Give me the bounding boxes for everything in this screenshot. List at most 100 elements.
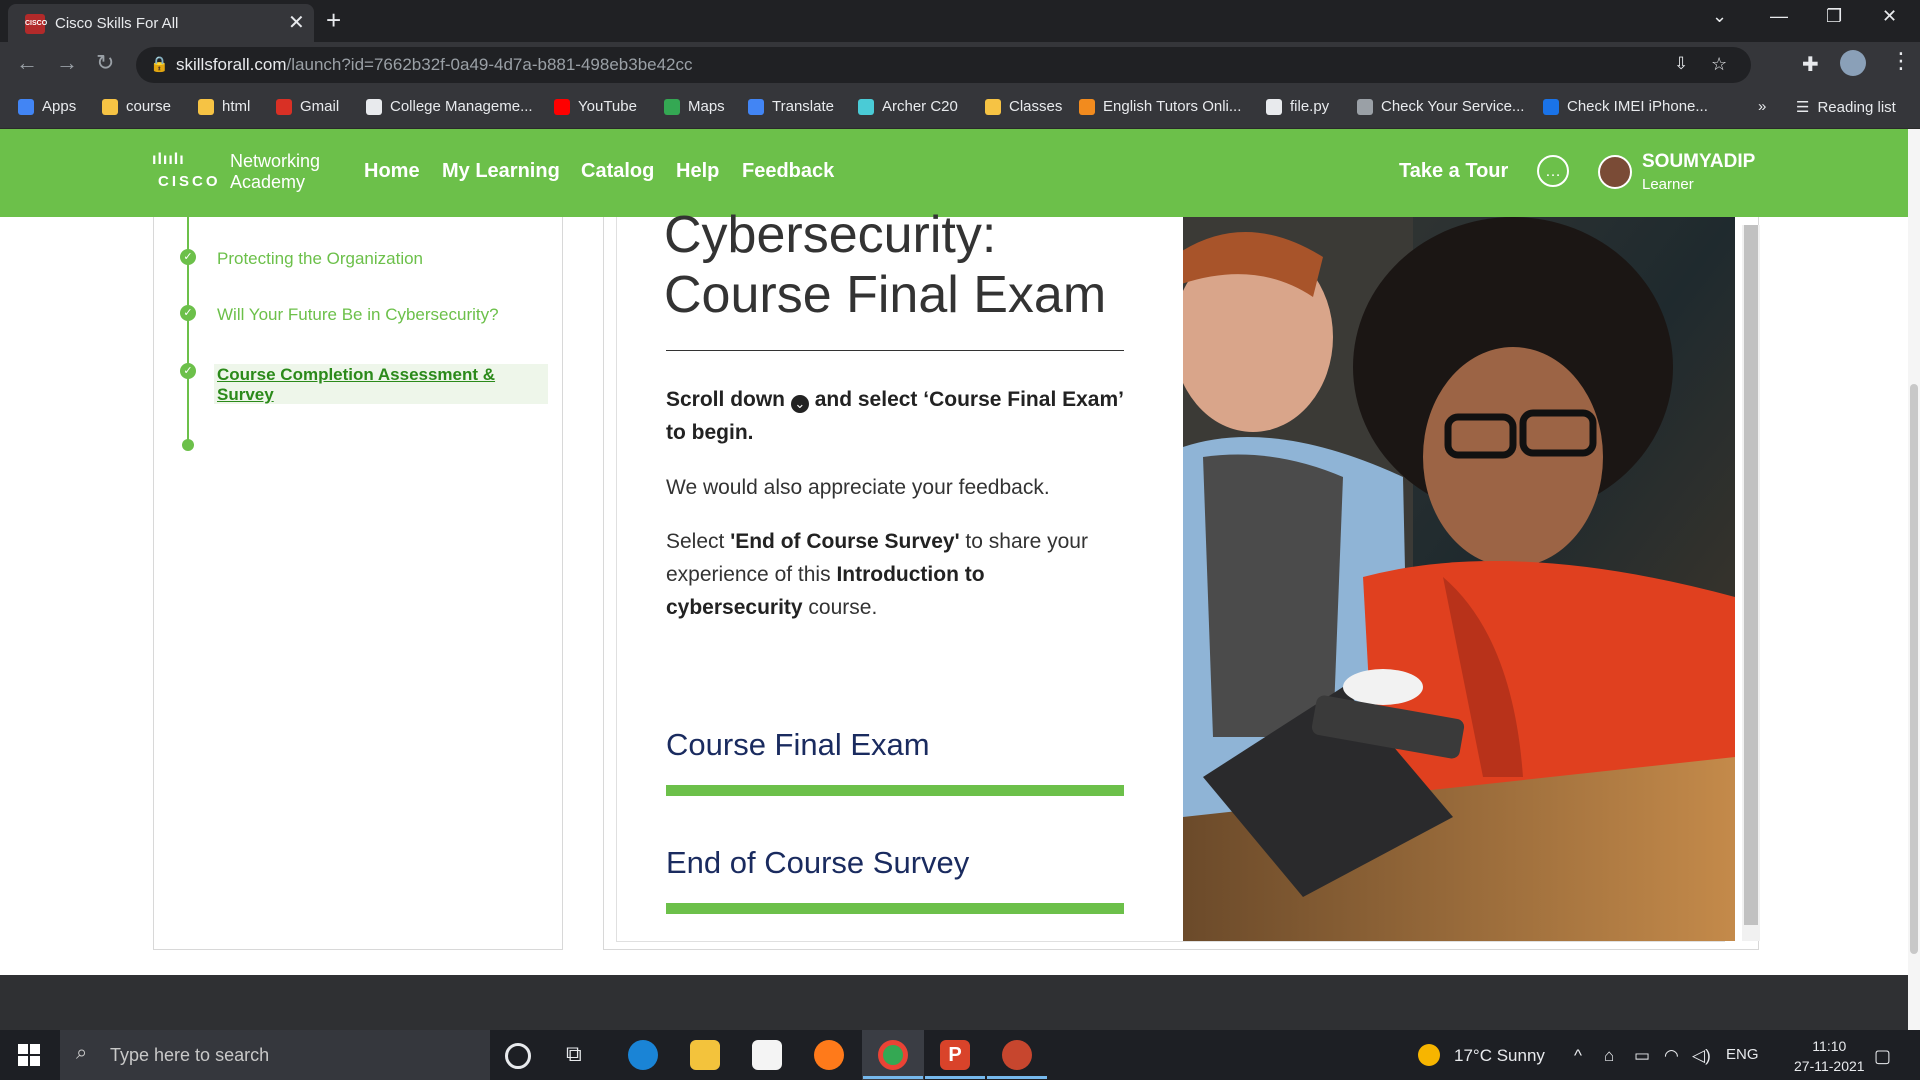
clock[interactable]: 11:10 27-11-2021 xyxy=(1794,1036,1865,1076)
page-scrollbar[interactable] xyxy=(1908,129,1920,1030)
cortana-icon[interactable] xyxy=(505,1043,531,1069)
edge-icon[interactable] xyxy=(628,1040,658,1070)
bookmark-item[interactable]: Gmail xyxy=(276,98,339,115)
p-app-underline xyxy=(925,1076,985,1079)
outline-item-assessment[interactable]: Course Completion Assessment & Survey xyxy=(217,365,495,405)
nav-feedback[interactable]: Feedback xyxy=(742,160,834,183)
outline-item-protecting[interactable]: Protecting the Organization xyxy=(217,249,423,269)
nav-catalog[interactable]: Catalog xyxy=(581,160,654,183)
chrome-icon[interactable] xyxy=(878,1040,908,1070)
windows-start-icon[interactable] xyxy=(18,1044,40,1066)
bookmark-item[interactable]: Maps xyxy=(664,98,725,115)
apple-icon xyxy=(1357,98,1373,115)
p-app-icon[interactable]: P xyxy=(940,1040,970,1070)
notification-icon[interactable]: ▢ xyxy=(1874,1046,1891,1067)
weather-text[interactable]: 17°C Sunny xyxy=(1454,1046,1545,1066)
bookmark-item[interactable]: Archer C20 xyxy=(858,98,958,115)
bookmark-star-icon[interactable]: ☆ xyxy=(1711,54,1727,75)
snipping-tool-icon[interactable] xyxy=(1002,1040,1032,1070)
bookmark-item[interactable]: Translate xyxy=(748,98,834,115)
folder-icon xyxy=(198,98,214,115)
bookmark-item[interactable]: English Tutors Onli... xyxy=(1079,98,1241,115)
globe-icon xyxy=(1266,98,1282,115)
outline-item-future[interactable]: Will Your Future Be in Cybersecurity? xyxy=(217,305,499,325)
restore-icon[interactable]: ❐ xyxy=(1826,6,1842,27)
task-view-icon[interactable]: ⧉ xyxy=(566,1041,596,1071)
feedback-text: We would also appreciate your feedback. xyxy=(666,476,1050,499)
close-window-icon[interactable]: ✕ xyxy=(1882,6,1897,27)
reload-icon[interactable]: ↻ xyxy=(96,50,114,76)
new-tab-icon[interactable]: + xyxy=(326,5,341,36)
title-line-1: Cybersecurity: xyxy=(664,206,997,264)
wifi-icon[interactable]: ◠ xyxy=(1664,1046,1679,1066)
chat-bubble-icon[interactable]: … xyxy=(1537,155,1569,187)
language-indicator[interactable]: ENG xyxy=(1726,1046,1759,1063)
lesson-frame: Cybersecurity: Course Final Exam Scroll … xyxy=(603,206,1760,950)
taskbar-search-box[interactable]: ⌕ Type here to search xyxy=(60,1030,490,1080)
end-of-course-survey-link[interactable]: End of Course Survey xyxy=(666,845,969,881)
bookmark-item[interactable]: html xyxy=(198,98,250,115)
volume-icon[interactable]: ◁) xyxy=(1692,1046,1711,1066)
tab-search-chevron-icon[interactable]: ⌄ xyxy=(1712,6,1727,27)
address-bar[interactable]: 🔒 skillsforall.com/launch?id=7662b32f-0a… xyxy=(136,47,1751,83)
install-app-icon[interactable]: ⇩ xyxy=(1674,54,1688,74)
bookmark-item[interactable]: Apps xyxy=(18,98,76,115)
menu-kebab-icon[interactable]: ⋮ xyxy=(1890,48,1912,74)
instruction-bold-1: Scroll down xyxy=(666,388,786,411)
file-explorer-icon[interactable] xyxy=(690,1040,720,1070)
lock-icon[interactable]: 🔒 xyxy=(150,55,169,73)
network-icon[interactable]: ⌂ xyxy=(1604,1046,1614,1066)
reading-list-button[interactable]: ☰ Reading list xyxy=(1796,98,1896,117)
bookmark-item[interactable]: Check IMEI iPhone... xyxy=(1543,98,1708,115)
lesson-card: Cybersecurity: Course Final Exam Scroll … xyxy=(616,206,1760,942)
url-text[interactable]: skillsforall.com/launch?id=7662b32f-0a49… xyxy=(176,55,693,75)
search-placeholder[interactable]: Type here to search xyxy=(110,1045,269,1066)
page-scroll-thumb[interactable] xyxy=(1910,384,1918,954)
check-circle-icon: ✓ xyxy=(180,305,196,321)
nav-help[interactable]: Help xyxy=(676,160,719,183)
nav-my-learning[interactable]: My Learning xyxy=(442,160,560,183)
lesson-scroll-thumb[interactable] xyxy=(1744,225,1758,925)
cisco-logo-text[interactable]: CISCO xyxy=(158,173,221,190)
windows-taskbar: ⌕ Type here to search ⧉ P 17°C Sunny ^ ⌂… xyxy=(0,1030,1920,1080)
tplink-icon xyxy=(858,98,874,115)
timeline-end-dot xyxy=(182,439,194,451)
youtube-icon xyxy=(554,98,570,115)
bookmark-item[interactable]: YouTube xyxy=(554,98,637,115)
browser-tab[interactable]: CISCO Cisco Skills For All ✕ xyxy=(8,4,314,42)
firefox-icon[interactable] xyxy=(814,1040,844,1070)
back-arrow-icon[interactable]: ← xyxy=(16,50,38,76)
nav-home[interactable]: Home xyxy=(364,160,420,183)
course-final-exam-link[interactable]: Course Final Exam xyxy=(666,727,930,763)
survey-progress-bar[interactable] xyxy=(666,903,1124,914)
bookmark-item[interactable]: file.py xyxy=(1266,98,1329,115)
tutor-icon xyxy=(1079,98,1095,115)
take-a-tour-link[interactable]: Take a Tour xyxy=(1399,160,1508,183)
bookmark-label: Apps xyxy=(42,98,77,115)
user-name[interactable]: SOUMYADIP xyxy=(1642,151,1755,173)
active-item-line-1: Course Completion Assessment & xyxy=(217,365,496,384)
minimize-icon[interactable]: — xyxy=(1770,6,1788,27)
profile-avatar-icon[interactable] xyxy=(1840,50,1866,76)
bookmark-item[interactable]: course xyxy=(102,98,171,115)
tab-close-icon[interactable]: ✕ xyxy=(288,10,305,35)
battery-icon[interactable]: ▭ xyxy=(1634,1046,1650,1066)
exam-progress-bar[interactable] xyxy=(666,785,1124,796)
bookmark-item[interactable]: Classes xyxy=(985,98,1062,115)
bookmark-label: College Manageme... xyxy=(390,98,533,115)
weather-sun-icon[interactable] xyxy=(1418,1044,1440,1066)
bookmark-item[interactable]: Check Your Service... xyxy=(1357,98,1524,115)
bookmarks-overflow-icon[interactable]: » xyxy=(1758,98,1766,115)
tab-title: Cisco Skills For All xyxy=(55,15,179,32)
lesson-scrollbar[interactable] xyxy=(1742,225,1760,941)
networking-academy-logo[interactable]: Networking Academy xyxy=(230,151,320,193)
page-body: ✓ Protecting the Organization ✓ Will You… xyxy=(0,206,1908,975)
extensions-puzzle-icon[interactable]: ✚ xyxy=(1802,52,1819,77)
forward-arrow-icon[interactable]: → xyxy=(56,50,78,76)
cisco-logo-bars[interactable]: ılıılı xyxy=(152,151,185,169)
user-avatar[interactable] xyxy=(1598,155,1632,189)
imei-icon xyxy=(1543,98,1559,115)
microsoft-store-icon[interactable] xyxy=(752,1040,782,1070)
tray-chevron-icon[interactable]: ^ xyxy=(1574,1046,1582,1066)
bookmark-item[interactable]: College Manageme... xyxy=(366,98,533,115)
